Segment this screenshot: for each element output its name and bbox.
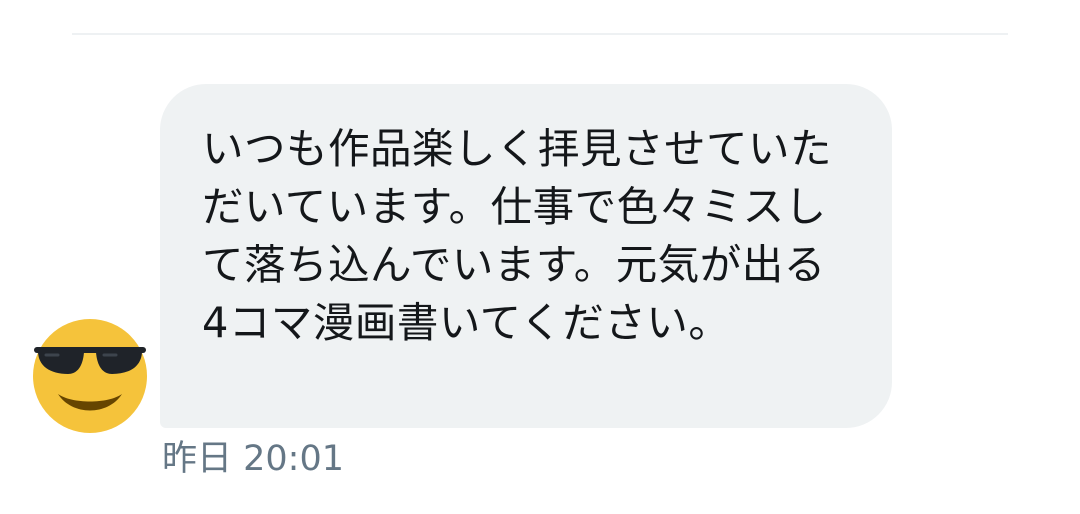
received-message: いつも作品楽しく拝見させていただいています。仕事で色々ミスして落ち込んでいます。… <box>0 0 1080 514</box>
message-text: いつも作品楽しく拝見させていただいています。仕事で色々ミスして落ち込んでいます。… <box>202 124 833 347</box>
message-bubble[interactable]: いつも作品楽しく拝見させていただいています。仕事で色々ミスして落ち込んでいます。… <box>160 84 892 428</box>
message-timestamp: 昨日 20:01 <box>162 439 344 479</box>
sender-avatar[interactable] <box>32 318 148 434</box>
sunglasses-emoji-icon <box>33 319 147 433</box>
